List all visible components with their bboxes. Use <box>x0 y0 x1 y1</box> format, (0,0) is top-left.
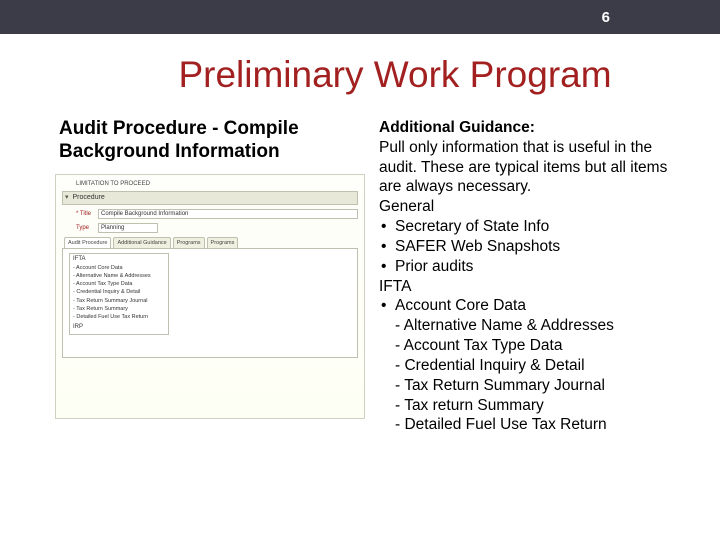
ifta-mini-header: IFTA <box>73 256 165 262</box>
ifta-mini-item: - Tax Return Summary Journal <box>73 297 165 305</box>
sub-summary-journal: - Tax Return Summary Journal <box>379 376 690 396</box>
sub-return-summary: - Tax return Summary <box>379 396 690 416</box>
form-top-caption: LIMITATION TO PROCEED <box>62 181 358 187</box>
bullet-icon: • <box>379 257 395 277</box>
main-title: Preliminary Work Program <box>130 54 660 96</box>
sub-alt-name: - Alternative Name & Addresses <box>379 316 690 336</box>
ifta-mini-item: - Tax Return Summary <box>73 305 165 313</box>
content-area: Audit Procedure - Compile Background Inf… <box>0 118 720 435</box>
sub-detailed-fuel: - Detailed Fuel Use Tax Return <box>379 415 690 435</box>
left-heading: Audit Procedure - Compile Background Inf… <box>55 118 365 164</box>
ifta-mini-item: - Detailed Fuel Use Tax Return <box>73 313 165 321</box>
general-header: General <box>379 197 690 217</box>
bullet-icon: • <box>379 237 395 257</box>
bullet-text: Secretary of State Info <box>395 217 549 237</box>
bullet-text: Prior audits <box>395 257 473 277</box>
bullet-icon: • <box>379 217 395 237</box>
page-number-band: 6 <box>0 0 720 34</box>
sub-credential: - Credential Inquiry & Detail <box>379 356 690 376</box>
guidance-body: Pull only information that is useful in … <box>379 138 690 197</box>
guidance-title: Additional Guidance: <box>379 118 690 138</box>
irp-mini-header: IRP <box>73 324 165 330</box>
title-input[interactable]: Compile Background Information <box>98 209 358 219</box>
ifta-mini-item: - Account Tax Type Data <box>73 280 165 288</box>
type-label: Type <box>76 225 98 231</box>
bullet-safer: • SAFER Web Snapshots <box>379 237 690 257</box>
sub-tax-type: - Account Tax Type Data <box>379 336 690 356</box>
ifta-mini-item: - Alternative Name & Addresses <box>73 272 165 280</box>
tab-programs-1[interactable]: Programs <box>173 237 205 248</box>
bullet-account-core: • Account Core Data <box>379 296 690 316</box>
procedure-band: ▾ Procedure <box>62 191 358 205</box>
bullet-icon: • <box>379 296 395 316</box>
bullet-text: SAFER Web Snapshots <box>395 237 560 257</box>
tab-body: IFTA - Account Core Data - Alternative N… <box>62 248 358 358</box>
ifta-header: IFTA <box>379 277 690 297</box>
tabs-row: Audit Procedure Additional Guidance Prog… <box>62 237 358 248</box>
ifta-mini-item: - Credential Inquiry & Detail <box>73 288 165 296</box>
tab-additional-guidance[interactable]: Additional Guidance <box>113 237 170 248</box>
bullet-text: Account Core Data <box>395 296 526 316</box>
tab-programs-2[interactable]: Programs <box>207 237 239 248</box>
ifta-mini-item: - Account Core Data <box>73 264 165 272</box>
procedure-label: Procedure <box>73 194 105 201</box>
form-row-type: Type Planning <box>62 223 358 233</box>
bullet-soi: • Secretary of State Info <box>379 217 690 237</box>
page-number: 6 <box>602 9 610 26</box>
right-column: Additional Guidance: Pull only informati… <box>375 118 690 435</box>
tab-audit-procedure[interactable]: Audit Procedure <box>64 237 111 248</box>
ifta-column: IFTA - Account Core Data - Alternative N… <box>69 253 169 336</box>
form-panel-screenshot: LIMITATION TO PROCEED ▾ Procedure * Titl… <box>55 174 365 419</box>
left-column: Audit Procedure - Compile Background Inf… <box>55 118 365 435</box>
title-label: * Title <box>76 211 98 217</box>
type-input[interactable]: Planning <box>98 223 158 233</box>
bullet-prior: • Prior audits <box>379 257 690 277</box>
form-row-title: * Title Compile Background Information <box>62 209 358 219</box>
